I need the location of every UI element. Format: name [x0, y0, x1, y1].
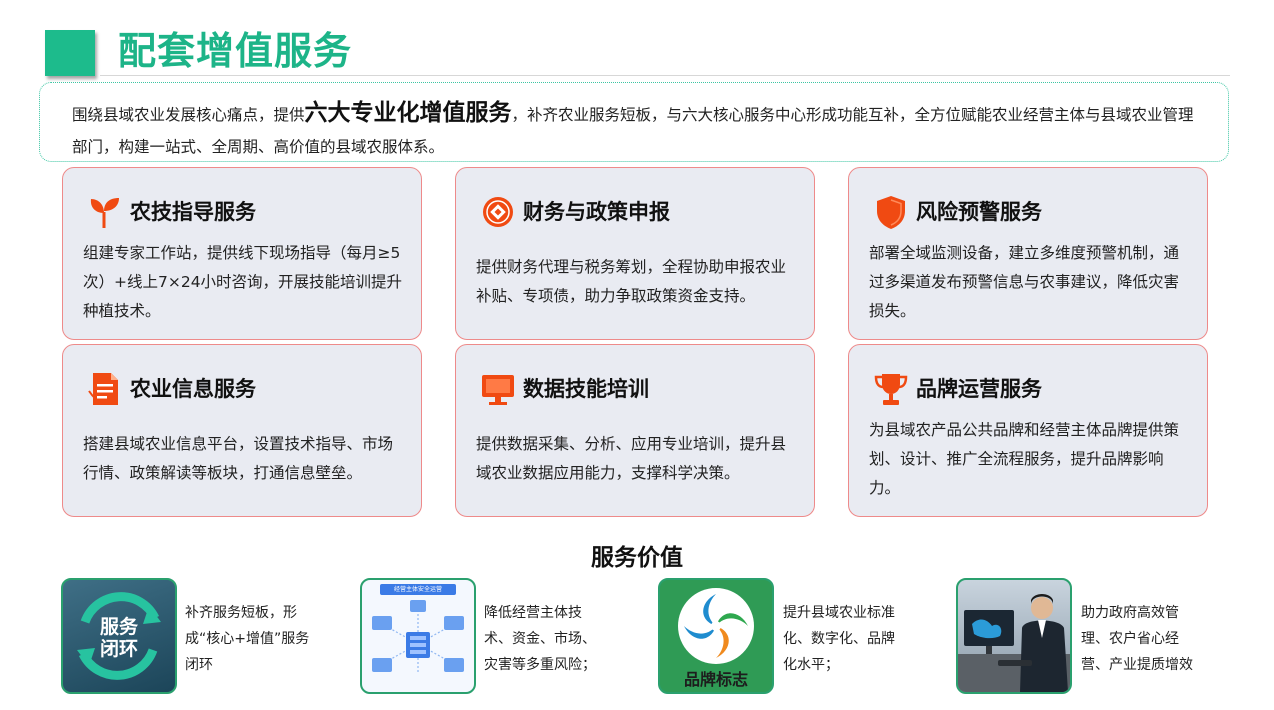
value-text: 补齐服务短板，形成“核心+增值”服务闭环: [185, 605, 310, 673]
card-title: 农业信息服务: [130, 377, 256, 401]
service-card-brand-ops: 品牌运营服务 为县域农产品公共品牌和经营主体品牌提供策划、设计、推广全流程服务，…: [848, 344, 1208, 517]
intro-box: 围绕县域农业发展核心痛点，提供六大专业化增值服务，补齐农业服务短板，与六大核心服…: [39, 82, 1229, 162]
monitor-icon: [482, 375, 514, 405]
coin-icon: [483, 197, 513, 227]
intro-emphasis: 六大专业化增值服务: [304, 100, 512, 126]
service-card-finance-policy: 财务与政策申报 提供财务代理与税务筹划，全程协助申报农业补贴、专项债，助力争取政…: [455, 167, 815, 340]
card-title: 财务与政策申报: [523, 200, 670, 224]
page-title: 配套增值服务: [118, 29, 353, 73]
card-description: 组建专家工作站，提供线下现场指导（每月≥5次）+线上7×24小时咨询，开展技能培…: [83, 244, 403, 320]
trophy-icon: [874, 374, 908, 405]
image-label: 品牌标志: [683, 670, 748, 689]
shield-icon: [877, 196, 905, 229]
service-card-agri-tech: 农技指导服务 组建专家工作站，提供线下现场指导（每月≥5次）+线上7×24小时咨…: [62, 167, 422, 340]
value-text: 降低经营主体技术、资金、市场、灾害等多重风险；: [484, 605, 596, 673]
service-loop-image: 服务闭环: [61, 578, 177, 694]
card-description: 为县域农产品公共品牌和经营主体品牌提供策划、设计、推广全流程服务，提升品牌影响力…: [869, 421, 1180, 497]
card-title: 农技指导服务: [130, 200, 256, 224]
sprout-icon: [90, 198, 119, 228]
title-divider: [100, 75, 1230, 76]
card-description: 提供财务代理与税务筹划，全程协助申报农业补贴、专项债，助力争取政策资金支持。: [476, 258, 787, 305]
government-management-image: [956, 578, 1072, 694]
value-section-title: 服务价值: [591, 545, 683, 571]
value-text: 助力政府高效管理、农户省心经营、产业提质增效: [1081, 605, 1193, 673]
brand-logo-image: 品牌标志: [658, 578, 774, 694]
card-title: 品牌运营服务: [916, 377, 1042, 401]
image-label: 服务闭环: [99, 616, 138, 660]
network-server-icon: [372, 600, 464, 674]
value-text: 提升县域农业标准化、数字化、品牌化水平；: [783, 605, 895, 673]
service-card-data-training: 数据技能培训 提供数据采集、分析、应用专业培训，提升县域农业数据应用能力，支撑科…: [455, 344, 815, 517]
office-worker-icon: [958, 594, 1070, 692]
service-card-risk-warning: 风险预警服务 部署全域监测设备，建立多维度预警机制，通过多渠道发布预警信息与农事…: [848, 167, 1208, 340]
card-title: 数据技能培训: [523, 377, 649, 401]
intro-text-before: 围绕县域农业发展核心痛点，提供: [72, 106, 305, 124]
card-description: 部署全域监测设备，建立多维度预警机制，通过多渠道发布预警信息与农事建议，降低灾害…: [869, 244, 1180, 320]
card-description: 提供数据采集、分析、应用专业培训，提升县域农业数据应用能力，支撑科学决策。: [476, 435, 787, 482]
document-icon: [88, 373, 118, 405]
card-title: 风险预警服务: [916, 200, 1042, 224]
card-description: 搭建县域农业信息平台，设置技术指导、市场行情、政策解读等板块，打通信息壁垒。: [83, 435, 394, 482]
title-accent-block: [45, 30, 95, 76]
business-security-image: 经营主体安全运营: [360, 578, 476, 694]
service-card-agri-info: 农业信息服务 搭建县域农业信息平台，设置技术指导、市场行情、政策解读等板块，打通…: [62, 344, 422, 517]
